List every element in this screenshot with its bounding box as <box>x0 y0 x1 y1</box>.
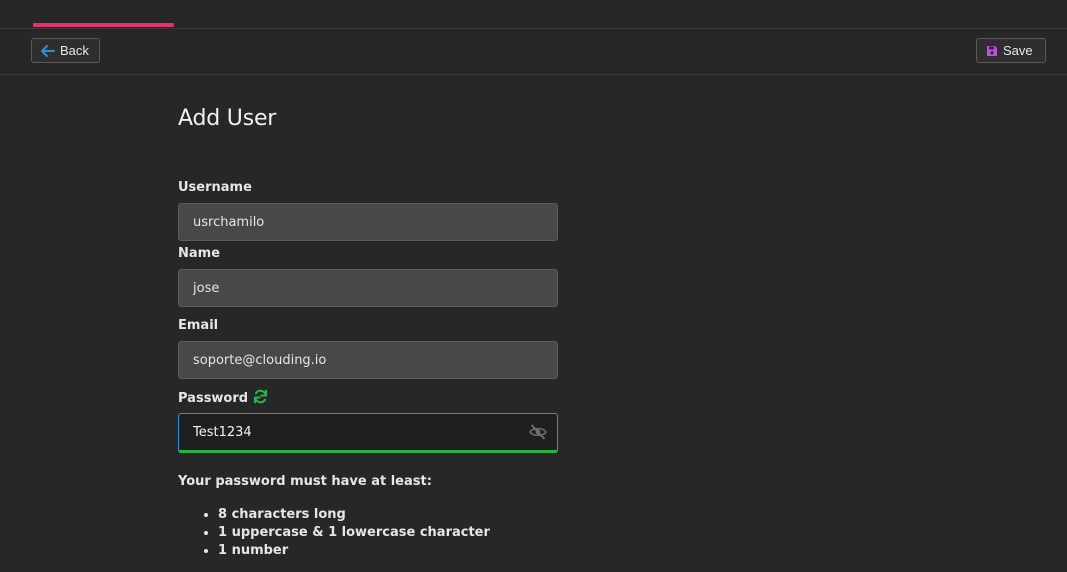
eye-slash-icon[interactable] <box>529 424 547 440</box>
list-item: 1 uppercase & 1 lowercase character <box>218 524 490 542</box>
arrow-left-icon <box>41 44 55 57</box>
save-button[interactable]: Save <box>976 38 1046 63</box>
save-button-label: Save <box>1003 43 1033 58</box>
back-button-label: Back <box>60 43 89 58</box>
username-field[interactable] <box>178 203 558 241</box>
name-field[interactable] <box>178 269 558 307</box>
list-item: 1 number <box>218 542 490 560</box>
password-rules-list: 8 characters long 1 uppercase & 1 lowerc… <box>218 506 490 560</box>
password-field[interactable] <box>178 413 558 453</box>
password-label: Password <box>178 389 268 408</box>
list-item: 8 characters long <box>218 506 490 524</box>
toolbar: Back Save <box>0 29 1067 75</box>
back-button[interactable]: Back <box>31 38 100 63</box>
username-label: Username <box>178 180 252 195</box>
progress-bar <box>0 0 1067 29</box>
refresh-icon[interactable] <box>253 389 268 408</box>
password-rules-title: Your password must have at least: <box>178 474 432 489</box>
progress-bar-fill <box>33 23 174 27</box>
password-field-wrapper <box>178 413 558 453</box>
page-title: Add User <box>178 106 277 131</box>
name-label: Name <box>178 246 221 261</box>
floppy-disk-icon <box>986 45 998 57</box>
email-label: Email <box>178 318 219 333</box>
email-field[interactable] <box>178 341 558 379</box>
